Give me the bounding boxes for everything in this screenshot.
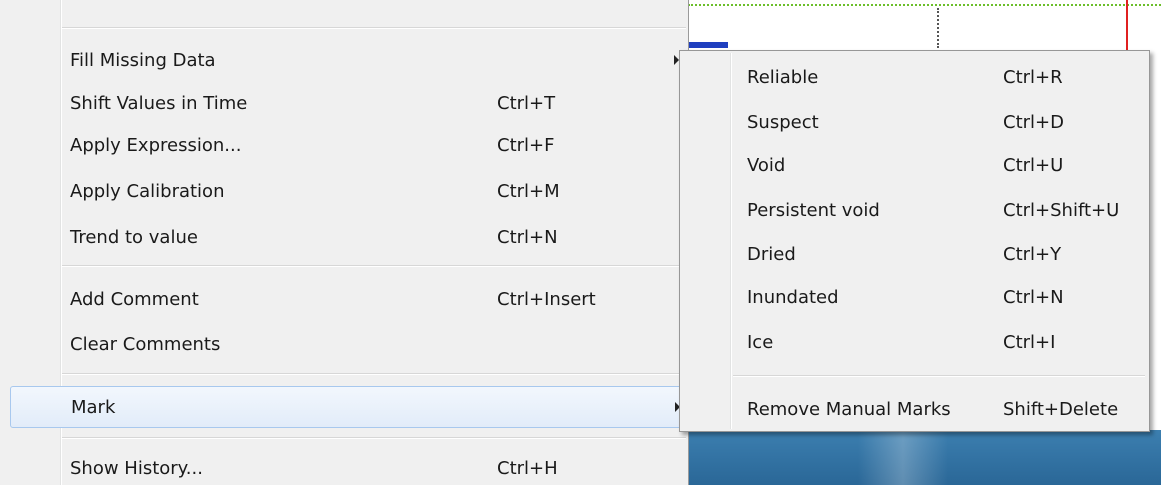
submenu-item-remove-manual-marks[interactable]: Remove Manual Marks Shift+Delete <box>682 391 1147 427</box>
desktop-background <box>688 430 1161 485</box>
menu-item-show-history[interactable]: Show History... Ctrl+H <box>10 450 682 486</box>
chart-gridline <box>688 4 1161 6</box>
submenu-item-shortcut: Ctrl+U <box>1003 154 1064 176</box>
menu-item-label: Trend to value <box>70 226 198 248</box>
submenu-item-suspect[interactable]: Suspect Ctrl+D <box>682 104 1147 140</box>
submenu-item-label: Inundated <box>747 286 839 308</box>
menu-item-shortcut: Ctrl+M <box>497 180 560 202</box>
submenu-item-shortcut: Ctrl+Y <box>1003 243 1062 265</box>
menu-item-mark[interactable]: Mark <box>10 386 682 428</box>
menu-item-shortcut: Ctrl+F <box>497 134 555 156</box>
submenu-item-label: Void <box>747 154 786 176</box>
submenu-item-label: Reliable <box>747 66 819 88</box>
menu-item-label: Apply Calibration <box>70 180 225 202</box>
menu-item-label: Add Comment <box>70 288 199 310</box>
submenu-item-reliable[interactable]: Reliable Ctrl+R <box>682 59 1147 95</box>
menu-separator <box>62 437 686 439</box>
context-menu: Fill Missing Data Shift Values in Time C… <box>0 0 689 485</box>
submenu-item-ice[interactable]: Ice Ctrl+I <box>682 324 1147 360</box>
submenu-item-label: Ice <box>747 331 774 353</box>
submenu-item-label: Dried <box>747 243 796 265</box>
chart-series-segment <box>688 42 728 48</box>
submenu-item-shortcut: Ctrl+D <box>1003 111 1064 133</box>
menu-item-shortcut: Ctrl+H <box>497 457 558 479</box>
menu-item-shortcut: Ctrl+Insert <box>497 288 596 310</box>
submenu-item-dried[interactable]: Dried Ctrl+Y <box>682 236 1147 272</box>
submenu-item-shortcut: Shift+Delete <box>1003 398 1119 420</box>
menu-item-label: Show History... <box>70 457 203 479</box>
submenu-separator <box>733 375 1145 377</box>
menu-item-trend-to-value[interactable]: Trend to value Ctrl+N <box>10 219 682 255</box>
chart-red-cursor <box>1126 0 1128 55</box>
submenu-item-persistent-void[interactable]: Persistent void Ctrl+Shift+U <box>682 192 1147 228</box>
submenu-item-shortcut: Ctrl+Shift+U <box>1003 199 1120 221</box>
menu-item-label: Fill Missing Data <box>70 49 216 71</box>
menu-item-shortcut: Ctrl+N <box>497 226 558 248</box>
menu-item-fill-missing-data[interactable]: Fill Missing Data <box>10 42 682 78</box>
menu-item-label: Apply Expression... <box>70 134 242 156</box>
menu-item-clear-comments[interactable]: Clear Comments <box>10 326 682 362</box>
menu-item-label: Shift Values in Time <box>70 92 248 114</box>
menu-item-label: Mark <box>71 396 116 418</box>
submenu-item-inundated[interactable]: Inundated Ctrl+N <box>682 279 1147 315</box>
menu-item-add-comment[interactable]: Add Comment Ctrl+Insert <box>10 281 682 317</box>
menu-item-apply-calibration[interactable]: Apply Calibration Ctrl+M <box>10 173 682 209</box>
menu-separator <box>62 265 686 267</box>
menu-separator <box>62 27 686 29</box>
submenu-item-shortcut: Ctrl+I <box>1003 331 1056 353</box>
chart-dashed-marker <box>937 8 939 48</box>
submenu-item-shortcut: Ctrl+N <box>1003 286 1064 308</box>
menu-separator <box>62 373 686 375</box>
menu-item-shortcut: Ctrl+T <box>497 92 556 114</box>
menu-item-label: Clear Comments <box>70 333 221 355</box>
submenu-item-label: Suspect <box>747 111 819 133</box>
mark-submenu: Reliable Ctrl+R Suspect Ctrl+D Void Ctrl… <box>679 50 1150 432</box>
submenu-item-void[interactable]: Void Ctrl+U <box>682 147 1147 183</box>
menu-item-shift-values-in-time[interactable]: Shift Values in Time Ctrl+T <box>10 85 682 121</box>
menu-item-apply-expression[interactable]: Apply Expression... Ctrl+F <box>10 127 682 163</box>
submenu-item-label: Persistent void <box>747 199 880 221</box>
submenu-item-shortcut: Ctrl+R <box>1003 66 1063 88</box>
submenu-item-label: Remove Manual Marks <box>747 398 951 420</box>
